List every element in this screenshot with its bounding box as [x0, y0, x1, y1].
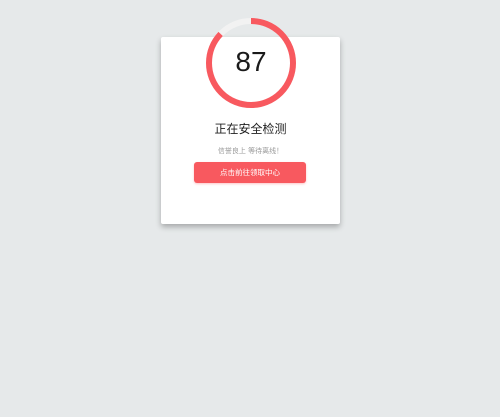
score-value: 87	[235, 46, 267, 77]
score-gauge: 87	[205, 17, 297, 109]
go-to-center-button[interactable]: 点击前往领取中心	[194, 162, 306, 183]
check-status-subtitle: 信誉良上 等待离线！	[217, 147, 284, 155]
page: 87 正在安全检测 信誉良上 等待离线！ 点击前往领取中心	[0, 0, 500, 417]
check-status-title: 正在安全检测	[214, 122, 287, 136]
